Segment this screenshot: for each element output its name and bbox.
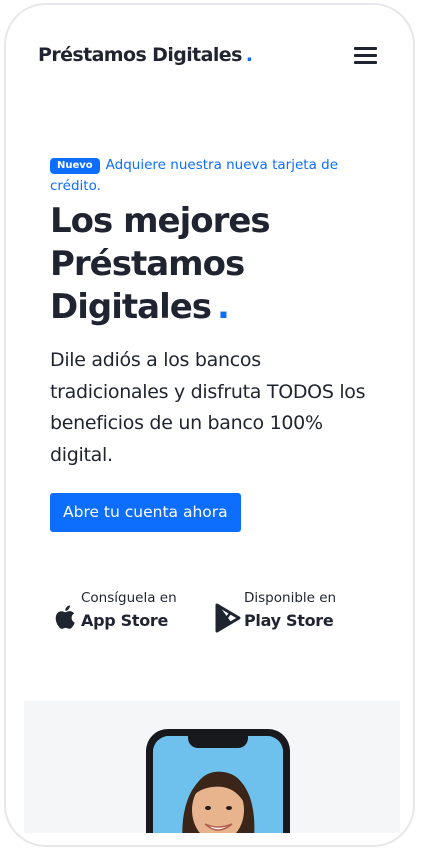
app-showcase-section [24,701,400,833]
brand-logo[interactable]: Préstamos Digitales. [38,44,253,66]
play-store-icon [215,603,241,633]
open-account-button[interactable]: Abre tu cuenta ahora [50,493,241,532]
hero-title-text: Los mejores Préstamos Digitales [50,201,271,327]
play-store-caption: Disponible en [244,590,337,606]
page-viewport: Préstamos Digitales. Nuevo Adquiere nuest… [24,5,400,833]
play-store-link[interactable]: Disponible en Play Store [214,589,364,633]
brand-dot: . [245,44,253,66]
hero-title: Los mejores Préstamos Digitales. [50,200,380,329]
apple-icon [55,605,75,629]
navbar: Préstamos Digitales. [24,33,400,79]
app-store-link[interactable]: Consíguela en App Store [54,589,204,633]
play-store-label: Play Store [244,611,334,630]
hero-description: Dile adiós a los bancos tradicionales y … [50,349,366,466]
phone-notch [188,736,248,748]
phone-screen [153,736,283,833]
hero-title-dot: . [217,287,230,327]
phone-mockup [146,729,290,833]
brand-name: Préstamos Digitales [38,44,242,66]
new-badge: Nuevo [50,158,100,174]
announcement[interactable]: Nuevo Adquiere nuestra nueva tarjeta de c… [50,155,380,197]
device-frame: Préstamos Digitales. Nuevo Adquiere nuest… [4,3,415,847]
smiling-woman-image [153,736,283,833]
app-store-caption: Consíguela en [81,590,177,606]
hamburger-menu-icon[interactable] [354,45,378,65]
app-store-label: App Store [81,611,169,630]
